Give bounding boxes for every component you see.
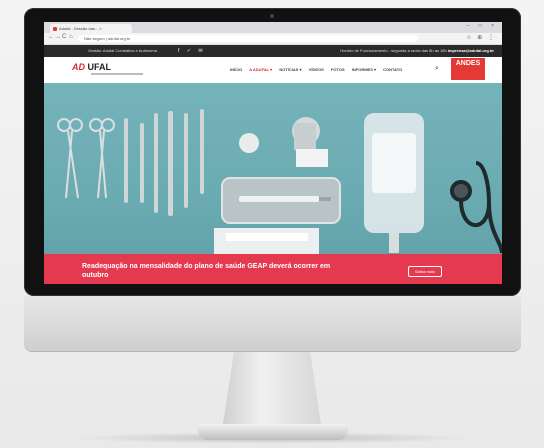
andes-badge[interactable]: ANDES [451,58,485,80]
logo-subtitle-line [91,73,143,75]
hero-image: Readequação na mensalidade do plano de s… [44,83,502,284]
menu-item-noticias[interactable]: NOTÍCIAS ▾ [279,67,301,72]
menu-item-contato[interactable]: CONTATO [383,67,402,72]
news-headline[interactable]: Readequação na mensalidade do plano de s… [82,262,342,280]
back-icon[interactable]: ← [48,34,54,40]
medical-instruments-illustration [57,109,502,268]
url-input[interactable]: Não seguro | adufal.org.br [78,35,418,42]
andes-label: ANDES [455,60,481,67]
monitor-stand-base [198,424,348,440]
site-header: AD UFAL INÍCIO A ADUFAL ▾ NOTÍCIAS ▾ VÍD… [44,57,502,85]
window-controls[interactable]: – □ × [467,23,499,29]
browser-actions[interactable]: ☆ ⊕ ⋮ [466,34,496,41]
site-top-strip: Gestão: Adufal Combativa e Autônoma f ✓ … [44,45,502,57]
site-logo[interactable]: AD UFAL [72,62,111,72]
news-banner: Readequação na mensalidade do plano de s… [44,254,502,284]
camera-dot [270,14,274,18]
search-icon[interactable]: ⌕ [435,65,439,73]
scalpels-icon [124,109,204,216]
menu-item-videos[interactable]: VÍDEOS [309,67,324,72]
reload-icon[interactable]: C [62,34,66,40]
iv-bag-icon [364,113,424,253]
monitor-chin [24,296,521,351]
scissors-2-icon [89,118,115,199]
scissors-icon [57,118,83,199]
social-icons[interactable]: f ✓ ✉ [178,45,206,57]
logo-mark: AD [72,62,85,72]
logo-text: UFAL [87,62,112,72]
syringe-tray-icon [221,177,341,224]
menu-item-adufal[interactable]: A ADUFAL ▾ [249,67,272,72]
tab-bar: Adufal - Sessão das... × – □ × [44,22,502,33]
forward-icon[interactable]: → [55,34,61,40]
clipboard-icon [214,228,319,268]
menu-item-informes[interactable]: INFORMES ▾ [352,67,376,72]
monitor-stand-neck [222,351,322,431]
stethoscope-icon [450,161,502,254]
hours-text: Horário de Funcionamento - segunda a sex… [340,48,447,53]
contact-email[interactable]: imprensa@adufal.org.br [448,48,494,53]
main-menu: INÍCIO A ADUFAL ▾ NOTÍCIAS ▾ VÍDEOS FOTO… [230,67,408,72]
favicon-icon [53,26,57,31]
hours-info: Horário de Funcionamento - segunda a sex… [340,45,494,57]
browser-tab[interactable]: Adufal - Sessão das... × [50,24,132,33]
read-more-button[interactable]: Saiba mais [408,266,442,277]
home-icon[interactable]: ⌂ [69,34,73,40]
browser-screen: Adufal - Sessão das... × – □ × ← → C ⌂ N… [44,22,502,284]
containers-icon [239,117,328,167]
menu-item-inicio[interactable]: INÍCIO [230,67,242,72]
tab-title: Adufal - Sessão das... × [59,26,102,31]
menu-item-fotos[interactable]: FOTOS [331,67,345,72]
management-text: Gestão: Adufal Combativa e Autônoma [88,48,157,53]
address-bar-row: ← → C ⌂ Não seguro | adufal.org.br ☆ ⊕ ⋮ [44,33,502,45]
